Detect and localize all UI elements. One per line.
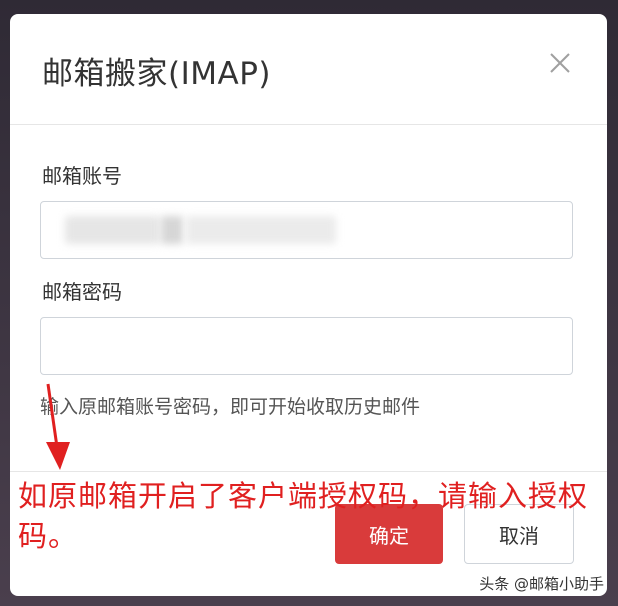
annotation-text: 如原邮箱开启了客户端授权码，请输入授权码。 — [18, 479, 589, 553]
redacted-text — [65, 216, 160, 244]
header-divider — [10, 124, 607, 125]
redacted-text — [186, 216, 336, 244]
hint-text: 输入原邮箱账号密码，即可开始收取历史邮件 — [40, 396, 421, 418]
mail-migration-dialog: 邮箱搬家(IMAP) 邮箱账号 邮箱密码 输入原邮箱账号密码，即可开始收取历史邮… — [10, 14, 607, 596]
password-input[interactable] — [40, 317, 573, 375]
close-icon[interactable] — [547, 50, 573, 76]
dialog-title: 邮箱搬家(IMAP) — [42, 56, 271, 92]
account-label: 邮箱账号 — [42, 164, 122, 188]
password-label: 邮箱密码 — [42, 280, 122, 304]
footer-divider — [10, 471, 607, 472]
annotation-arrow-icon — [46, 383, 70, 470]
watermark-text: 头条 @邮箱小助手 — [479, 575, 604, 593]
redacted-text — [161, 216, 183, 244]
watermark: 头条 @邮箱小助手 — [479, 573, 604, 594]
account-input[interactable] — [40, 201, 573, 259]
